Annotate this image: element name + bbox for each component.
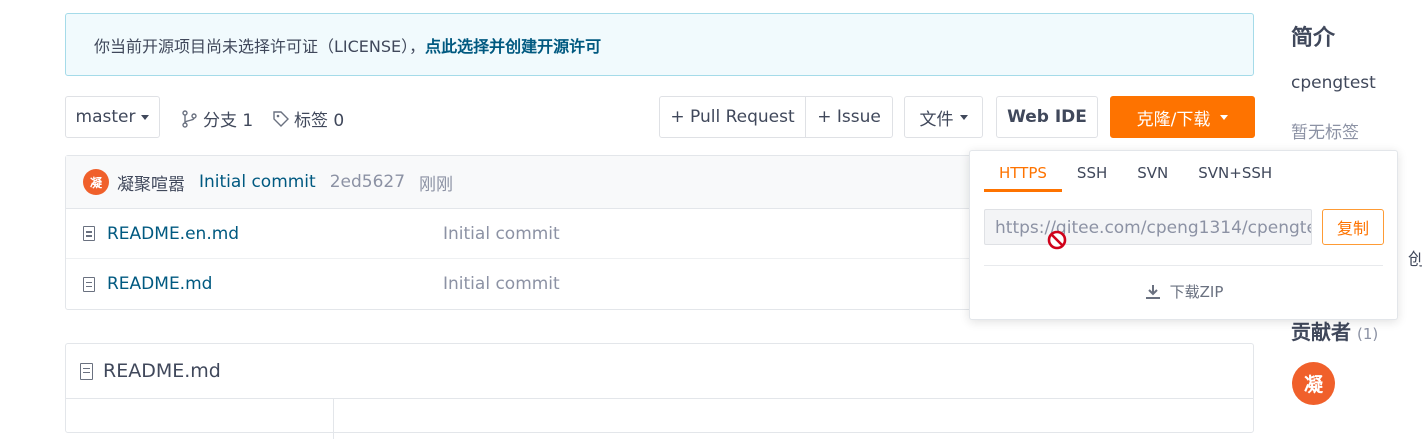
- clone-dropdown: HTTPS SSH SVN SVN+SSH https://gitee.com/…: [969, 150, 1398, 320]
- chevron-down-icon: [141, 114, 150, 120]
- file-commit-message[interactable]: Initial commit: [443, 224, 560, 244]
- repo-description: cpengtest: [1291, 73, 1376, 93]
- commit-author[interactable]: 凝聚喧嚣: [117, 170, 185, 195]
- branch-icon: [182, 109, 197, 128]
- contributor-avatar[interactable]: 凝: [1292, 362, 1335, 405]
- tab-https[interactable]: HTTPS: [984, 151, 1062, 192]
- chevron-down-icon: [1220, 114, 1229, 120]
- tab-svn[interactable]: SVN: [1122, 151, 1183, 191]
- clone-download-button[interactable]: 克隆/下载: [1110, 96, 1255, 138]
- download-icon: [1145, 284, 1160, 299]
- clone-url-input[interactable]: https://gitee.com/cpeng1314/cpengtest: [984, 209, 1312, 245]
- avatar[interactable]: 凝: [83, 169, 109, 195]
- pull-request-label: + Pull Request: [670, 107, 795, 127]
- file-icon: [80, 362, 93, 380]
- no-tags-text: 暂无标签: [1291, 123, 1359, 143]
- tags-count[interactable]: 标签 0: [272, 106, 344, 131]
- file-menu-button[interactable]: 文件: [904, 96, 983, 138]
- tags-label: 标签 0: [294, 111, 345, 131]
- issue-label: + Issue: [817, 107, 881, 127]
- file-commit-message[interactable]: Initial commit: [443, 274, 560, 294]
- copy-button[interactable]: 复制: [1322, 209, 1384, 245]
- cut-off-text: 创: [1408, 250, 1422, 270]
- readme-panel: README.md: [65, 343, 1254, 439]
- commit-time: 刚刚: [419, 174, 454, 195]
- web-ide-label: Web IDE: [1007, 107, 1087, 127]
- tag-icon: [273, 110, 289, 127]
- file-icon: [83, 226, 95, 241]
- contributors-title: 贡献者: [1291, 320, 1351, 344]
- not-allowed-cursor-icon: [1047, 230, 1067, 250]
- branches-count[interactable]: 分支 1: [181, 106, 253, 131]
- download-zip-link[interactable]: 下载ZIP: [970, 281, 1397, 302]
- commit-hash[interactable]: 2ed5627: [330, 172, 405, 192]
- branch-select[interactable]: master: [65, 96, 160, 138]
- clone-tabs: HTTPS SSH SVN SVN+SSH: [970, 151, 1397, 192]
- web-ide-button[interactable]: Web IDE: [996, 96, 1098, 138]
- contributors-count: (1): [1357, 325, 1379, 343]
- issue-button[interactable]: + Issue: [805, 96, 893, 138]
- commit-message[interactable]: Initial commit: [199, 172, 316, 192]
- file-name[interactable]: README.md: [107, 274, 212, 294]
- readme-title: README.md: [103, 360, 221, 382]
- create-license-link[interactable]: 点此选择并创建开源许可: [425, 33, 601, 57]
- license-banner: 你当前开源项目尚未选择许可证（LICENSE）， 点此选择并创建开源许可: [65, 13, 1254, 76]
- pull-request-button[interactable]: + Pull Request: [659, 96, 806, 138]
- tab-ssh[interactable]: SSH: [1062, 151, 1122, 191]
- license-banner-text: 你当前开源项目尚未选择许可证（LICENSE），: [94, 36, 426, 56]
- clone-download-label: 克隆/下载: [1136, 109, 1211, 130]
- download-zip-label: 下载ZIP: [1169, 283, 1224, 301]
- branch-select-label: master: [75, 107, 136, 127]
- file-icon: [83, 276, 95, 292]
- file-name[interactable]: README.en.md: [107, 224, 239, 244]
- readme-header: README.md: [66, 344, 1253, 399]
- branches-label: 分支 1: [203, 111, 254, 131]
- chevron-down-icon: [959, 114, 968, 120]
- file-menu-label: 文件: [919, 109, 954, 130]
- intro-title: 简介: [1291, 26, 1336, 51]
- readme-divider: [333, 399, 334, 439]
- contributors-heading: 贡献者 (1): [1291, 316, 1378, 345]
- tab-svn-ssh[interactable]: SVN+SSH: [1183, 151, 1287, 191]
- divider: [984, 265, 1383, 266]
